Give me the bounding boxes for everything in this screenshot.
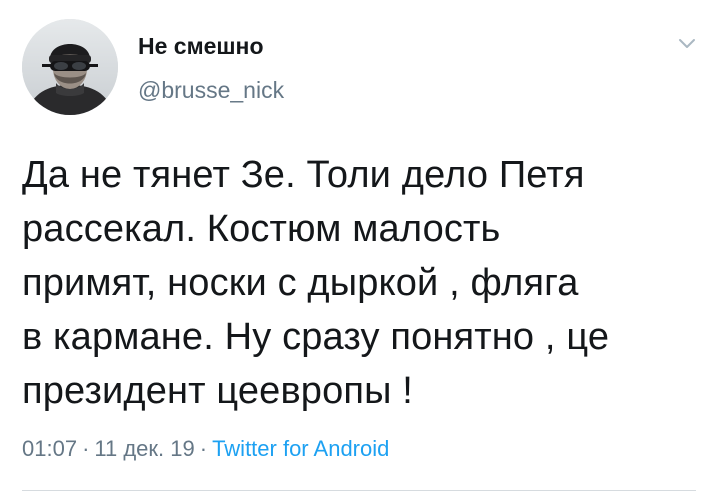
divider (22, 490, 696, 491)
tweet-text: Да не тянет Зе. Толи дело Петя рассекал.… (22, 154, 610, 412)
tweet-date[interactable]: 11 дек. 19 (94, 436, 194, 461)
author-handle[interactable]: @brusse_nick (138, 76, 284, 104)
tweet-source-link[interactable]: Twitter for Android (212, 436, 389, 461)
author-display-name[interactable]: Не смешно (138, 32, 264, 60)
meta-separator: · (82, 436, 90, 461)
tweet-card: Не смешно @brusse_nick Да не тянет Зе. Т… (0, 0, 709, 497)
avatar[interactable] (22, 19, 118, 115)
chevron-down-icon[interactable] (676, 32, 698, 54)
tweet-time[interactable]: 01:07 (22, 436, 77, 461)
avatar-photo (22, 19, 118, 115)
meta-separator: · (199, 436, 208, 461)
tweet-meta: 01:07 · 11 дек. 19 · Twitter for Android (22, 435, 389, 463)
